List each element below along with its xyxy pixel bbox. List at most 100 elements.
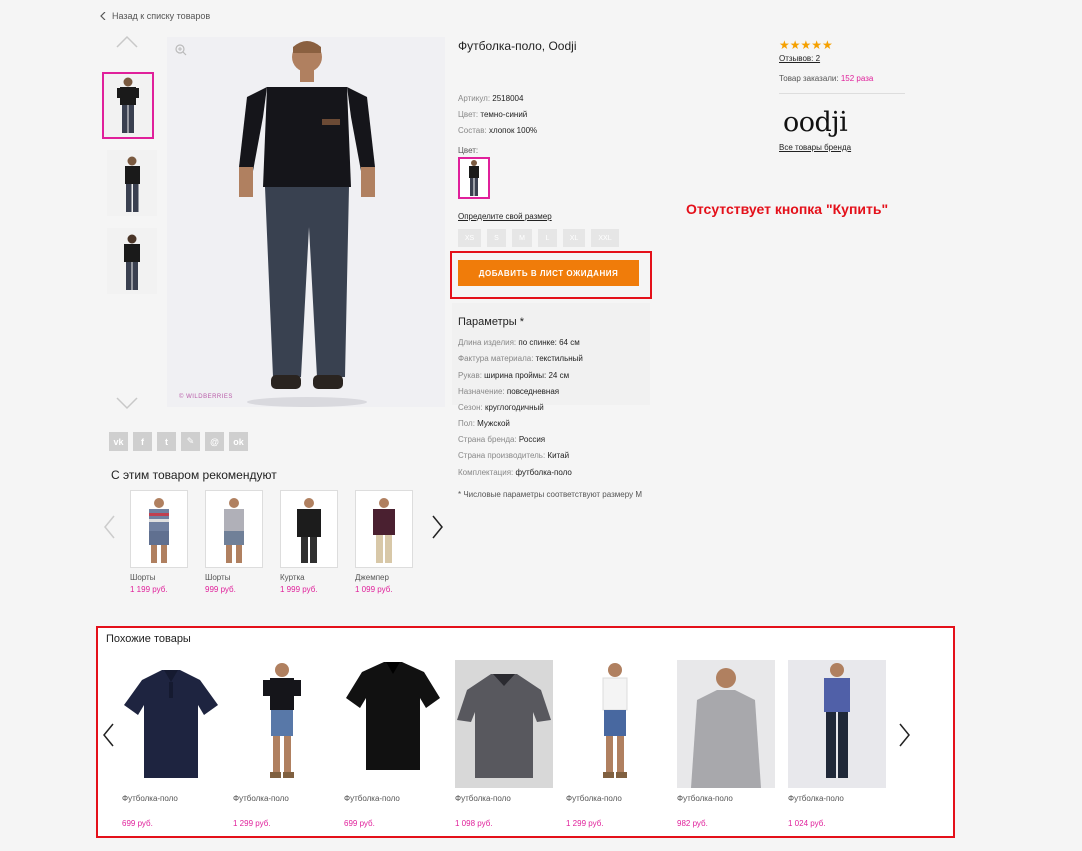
black-polo-icon — [346, 662, 440, 770]
param-row: Страна производитель: Китай — [458, 451, 569, 460]
product-title: Футболка-поло, Oodji — [458, 39, 577, 53]
attr-value: темно-синий — [480, 110, 528, 119]
recommended-item-image — [130, 490, 188, 568]
product-main-image[interactable] — [167, 37, 445, 407]
param-label: Страна производитель: — [458, 451, 546, 460]
param-value: текстильный — [535, 354, 583, 363]
share-odnoklassniki-icon[interactable]: ok — [229, 432, 248, 451]
param-row: Пол: Мужской — [458, 419, 510, 428]
similar-item-price: 1 299 руб. — [233, 819, 271, 828]
zoom-icon[interactable] — [175, 44, 187, 56]
param-value: повседневная — [506, 387, 560, 396]
similar-item[interactable]: Футболка-поло 1 299 руб. — [233, 660, 331, 828]
similar-item-price: 699 руб. — [122, 819, 153, 828]
color-label: Цвет: — [458, 146, 479, 155]
attr-label: Состав: — [458, 126, 487, 135]
model-side-icon — [125, 156, 140, 212]
attr-color: Цвет: темно-синий — [458, 110, 527, 119]
param-value: ширина проймы: 24 см — [484, 371, 570, 380]
similar-item[interactable]: Футболка-поло 1 024 руб. — [788, 660, 886, 828]
share-livejournal-icon[interactable]: ✎ — [181, 432, 200, 451]
add-to-waitlist-button[interactable]: ДОБАВИТЬ В ЛИСТ ОЖИДАНИЯ — [458, 260, 639, 286]
share-twitter-icon[interactable]: t — [157, 432, 176, 451]
ordered-value: 152 раза — [840, 74, 874, 83]
param-row: Рукав: ширина проймы: 24 см — [458, 371, 569, 380]
recommended-prev-arrow-icon[interactable] — [102, 514, 118, 540]
size-guide-link[interactable]: Определите свой размер — [458, 212, 552, 221]
similar-item-name: Футболка-поло — [455, 794, 511, 803]
size-l-button[interactable]: L — [538, 229, 557, 247]
recommended-next-arrow-icon[interactable] — [430, 514, 446, 540]
similar-item[interactable]: Футболка-поло 699 руб. — [122, 660, 220, 828]
reviews-link[interactable]: Отзывов: 2 — [779, 54, 820, 63]
missing-buy-button-callout: Отсутствует кнопка "Купить" — [686, 201, 889, 217]
share-facebook-icon[interactable]: f — [133, 432, 152, 451]
recommended-item-image — [280, 490, 338, 568]
size-xs-button[interactable]: XS — [458, 229, 481, 247]
back-link-label: Назад к списку товаров — [112, 11, 211, 21]
jacket-model-icon — [297, 498, 321, 563]
similar-item-image — [344, 660, 442, 788]
similar-item-image — [677, 660, 775, 788]
similar-item[interactable]: Футболка-поло 1 299 руб. — [566, 660, 664, 828]
param-row: Сезон: круглогодичный — [458, 403, 544, 412]
attr-composition: Состав: хлопок 100% — [458, 126, 537, 135]
recommended-item[interactable]: Шорты 999 руб. — [205, 490, 265, 594]
share-vk-icon[interactable]: vk — [109, 432, 128, 451]
similar-item-name: Футболка-поло — [122, 794, 178, 803]
recommended-item-price: 1 099 руб. — [355, 585, 393, 594]
gallery-thumb-2[interactable] — [107, 150, 157, 216]
watermark: © WILDBERRIES — [179, 394, 233, 400]
all-brand-products-link[interactable]: Все товары бренда — [779, 143, 851, 152]
similar-item-image — [566, 660, 664, 788]
attr-article: Артикул: 2518004 — [458, 94, 523, 103]
param-label: Фактура материала: — [458, 354, 534, 363]
param-label: Назначение: — [458, 387, 505, 396]
similar-item-name: Футболка-поло — [788, 794, 844, 803]
gallery-thumb-1[interactable] — [102, 72, 154, 139]
shorts-model-icon — [149, 498, 169, 563]
similar-item[interactable]: Футболка-поло 1 098 руб. — [455, 660, 553, 828]
size-s-button[interactable]: S — [487, 229, 506, 247]
similar-next-arrow-icon[interactable] — [897, 722, 913, 748]
similar-item[interactable]: Футболка-поло 982 руб. — [677, 660, 775, 828]
param-row: Назначение: повседневная — [458, 387, 559, 396]
attr-value: 2518004 — [492, 94, 524, 103]
size-xl-button[interactable]: XL — [563, 229, 585, 247]
chevron-left-icon — [100, 12, 106, 20]
ordered-label: Товар заказали: — [779, 74, 839, 83]
back-to-list-link[interactable]: Назад к списку товаров — [100, 11, 210, 21]
color-swatch[interactable] — [458, 157, 490, 199]
similar-prev-arrow-icon[interactable] — [101, 722, 117, 748]
gallery-thumb-3[interactable] — [107, 228, 157, 294]
param-value: футболка-поло — [515, 468, 572, 477]
recommended-item-image — [355, 490, 413, 568]
recommended-item[interactable]: Шорты 1 199 руб. — [130, 490, 190, 594]
grey-polo-icon — [457, 674, 551, 778]
param-row: Длина изделия: по спинке: 64 см — [458, 338, 580, 347]
model-mini-icon — [469, 160, 479, 196]
white-polo-model-icon — [602, 663, 628, 778]
attr-label: Артикул: — [458, 94, 491, 103]
param-row: Комплектация: футболка-поло — [458, 468, 572, 477]
recommended-item-name: Джемпер — [355, 573, 389, 582]
divider — [779, 93, 905, 94]
gallery-up-arrow-icon[interactable] — [115, 35, 139, 49]
size-m-button[interactable]: M — [512, 229, 532, 247]
similar-item-name: Футболка-поло — [677, 794, 733, 803]
model-front-icon — [117, 77, 139, 133]
recommended-title: С этим товаром рекомендуют — [111, 468, 277, 482]
similar-item[interactable]: Футболка-поло 699 руб. — [344, 660, 442, 828]
recommended-item-name: Шорты — [130, 573, 156, 582]
recommended-item[interactable]: Куртка 1 999 руб. — [280, 490, 340, 594]
recommended-item-image — [205, 490, 263, 568]
size-xxl-button[interactable]: XXL — [591, 229, 619, 247]
brand-logo[interactable]: oodji — [783, 107, 848, 138]
similar-item-name: Футболка-поло — [344, 794, 400, 803]
recommended-item[interactable]: Джемпер 1 099 руб. — [355, 490, 415, 594]
param-label: Комплектация: — [458, 468, 514, 477]
param-value: по спинке: 64 см — [518, 338, 580, 347]
gallery-down-arrow-icon[interactable] — [115, 396, 139, 410]
share-mail-icon[interactable]: @ — [205, 432, 224, 451]
black-polo-model-icon — [263, 663, 301, 778]
